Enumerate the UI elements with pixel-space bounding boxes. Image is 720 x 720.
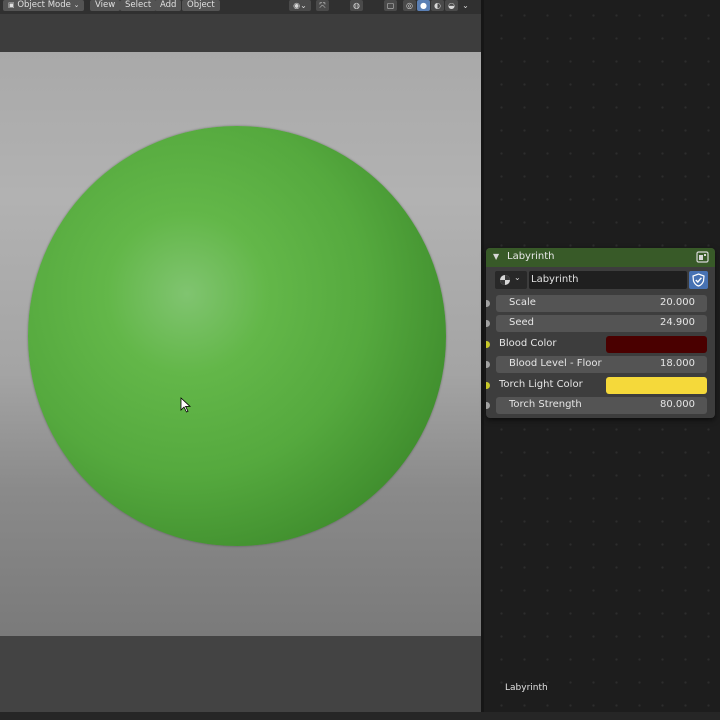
torch-light-color-swatch[interactable] [606,377,707,394]
input-row-scale: Scale 20.000 [486,295,715,312]
input-socket[interactable] [486,361,490,368]
input-row-seed: Seed 24.900 [486,315,715,332]
object-mode-dropdown[interactable]: ▣ Object Mode ⌄ [3,0,85,11]
field-label: Scale [509,297,536,308]
node-group-name-field[interactable]: Labyrinth [529,271,687,289]
chevron-down-icon: ⌄ [73,1,80,9]
chevron-down-icon: ⌄ [514,273,521,282]
input-socket[interactable] [486,300,490,307]
torch-strength-field[interactable]: Torch Strength 80.000 [496,397,707,414]
xray-icon[interactable]: ▢ [384,0,397,11]
overlay-icon[interactable]: ◍ [350,0,363,11]
node-group-icon[interactable] [696,251,709,263]
collapse-triangle-icon[interactable]: ▼ [493,252,499,261]
browse-node-group-button[interactable]: ⌄ [495,271,527,289]
green-sphere-object[interactable] [28,126,446,546]
shield-check-icon [692,273,705,287]
blood-level-floor-field[interactable]: Blood Level - Floor 18.000 [496,356,707,373]
menu-object[interactable]: Object [182,0,220,11]
input-socket[interactable] [486,320,490,327]
solid-shading-icon[interactable]: ● [417,0,430,11]
field-label: Blood Level - Floor [509,358,602,369]
input-row-torch-light-color: Torch Light Color [486,377,715,394]
color-input-socket[interactable] [486,382,490,389]
input-socket[interactable] [486,402,490,409]
node-title: Labyrinth [507,251,555,262]
field-label: Seed [509,317,534,328]
node-header[interactable]: ▼ Labyrinth [486,248,715,267]
visibility-icon[interactable]: ◉⌄ [289,0,311,11]
blood-color-label: Blood Color [499,338,557,349]
wireframe-shading-icon[interactable]: ◎ [403,0,416,11]
menu-view[interactable]: View [90,0,121,11]
rendered-shading-icon[interactable]: ◒ [445,0,458,11]
color-input-socket[interactable] [486,341,490,348]
field-value: 20.000 [660,297,695,308]
object-mode-icon: ▣ [8,1,15,9]
material-shading-icon[interactable]: ◐ [431,0,444,11]
menu-select[interactable]: Select [120,0,157,11]
node-tree-name-label: Labyrinth [505,683,548,693]
viewport-header: ▣ Object Mode ⌄ View Select Add Object ◉… [0,0,481,14]
input-row-blood-level-floor: Blood Level - Floor 18.000 [486,356,715,373]
viewport-tool-header [0,14,481,52]
seed-field[interactable]: Seed 24.900 [496,315,707,332]
input-row-torch-strength: Torch Strength 80.000 [486,397,715,414]
input-row-blood-color: Blood Color [486,336,715,353]
torch-light-color-label: Torch Light Color [499,379,583,390]
object-mode-label: Object Mode [17,0,71,10]
blood-color-swatch[interactable] [606,336,707,353]
shading-options-chevron-icon[interactable]: ⌄ [459,0,472,11]
node-tree-icon [500,275,510,285]
node-group-selector: ⌄ Labyrinth [495,271,708,289]
gizmo-icon[interactable]: ⤧ [316,0,329,11]
menu-add[interactable]: Add [155,0,182,11]
fake-user-button[interactable] [689,271,708,289]
field-value: 18.000 [660,358,695,369]
3d-viewport[interactable]: ▣ Object Mode ⌄ View Select Add Object ◉… [0,0,481,720]
scale-field[interactable]: Scale 20.000 [496,295,707,312]
field-value: 24.900 [660,317,695,328]
field-value: 80.000 [660,399,695,410]
mouse-cursor-icon [180,397,192,413]
bottom-panel [0,636,481,720]
field-label: Torch Strength [509,399,582,410]
labyrinth-group-node[interactable]: ▼ Labyrinth ⌄ Labyrinth Scale 20.000 See… [486,248,715,418]
status-bar [0,712,720,720]
